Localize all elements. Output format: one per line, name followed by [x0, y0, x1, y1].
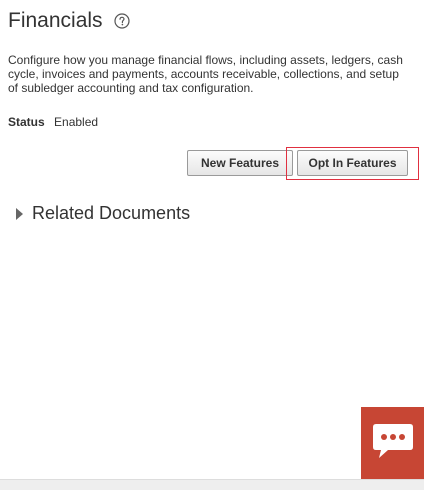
new-features-button[interactable]: New Features	[187, 150, 293, 176]
status-label: Status	[8, 115, 45, 129]
related-documents-toggle[interactable]: Related Documents	[16, 203, 190, 224]
status-row: Status Enabled	[8, 115, 98, 129]
page-description: Configure how you manage financial flows…	[8, 53, 403, 95]
chat-bubble-icon	[372, 421, 414, 466]
triangle-right-icon	[16, 207, 23, 220]
opt-in-features-button[interactable]: Opt In Features	[297, 150, 408, 176]
status-value: Enabled	[54, 115, 99, 129]
chat-button[interactable]	[361, 407, 424, 479]
page-header: Financials	[8, 8, 130, 34]
bottom-scrollbar[interactable]	[0, 479, 424, 490]
related-documents-label: Related Documents	[32, 203, 191, 223]
page-title: Financials	[8, 9, 103, 32]
help-question-icon[interactable]	[113, 13, 130, 29]
